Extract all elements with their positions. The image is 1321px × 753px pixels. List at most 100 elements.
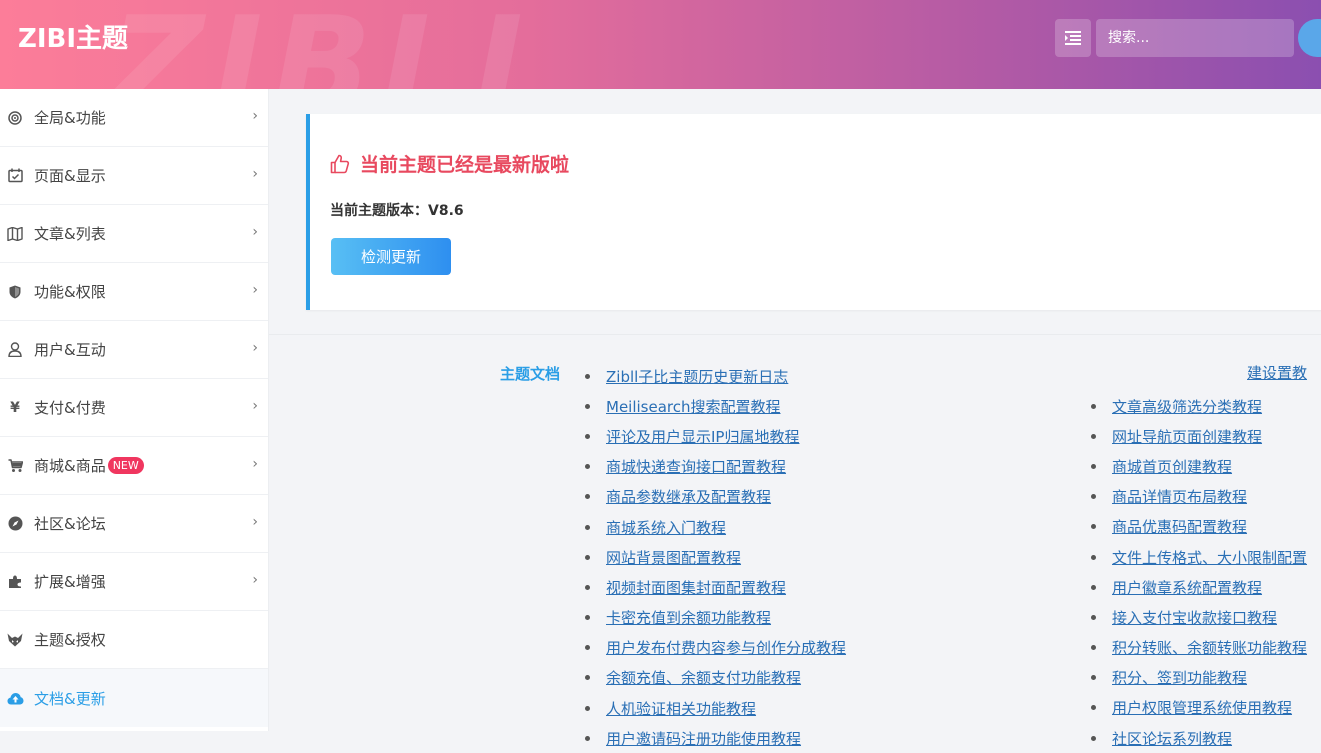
bullet [585,464,590,470]
docs-heading: 主题文档 [500,365,561,383]
version-value: V8.6 [428,203,464,219]
sidebar-item-page[interactable]: 页面&显示 › [0,147,268,205]
doc-link[interactable]: 余额充值、余额支付功能教程 [606,667,801,688]
doc-link[interactable]: 用户徽章系统配置教程 [1112,577,1262,598]
list-item: 商品参数继承及配置教程 [585,482,846,512]
doc-link[interactable]: 用户权限管理系统使用教程 [1112,697,1292,718]
cloud-upload-icon [6,692,24,705]
doc-link[interactable]: 视频封面图集封面配置教程 [606,577,786,598]
bullet [1091,494,1096,500]
bullet [1091,675,1096,681]
calendar-check-icon [6,168,24,183]
doc-link[interactable]: 商品详情页布局教程 [1112,486,1247,507]
version-label: 当前主题版本： [330,203,428,219]
sidebar-item-payment[interactable]: ¥ 支付&付费 › [0,379,268,437]
sidebar-item-label: 商城&商品 [34,457,106,475]
sidebar-item-permissions[interactable]: 功能&权限 › [0,263,268,321]
list-item: 用户徽章系统配置教程 [1091,572,1307,602]
fox-icon [6,633,24,647]
sidebar-item-docs[interactable]: 文档&更新 [0,669,268,727]
doc-link[interactable]: 文件上传格式、大小限制配置 [1112,547,1307,568]
bullet [585,645,590,651]
sidebar-item-label: 社区&论坛 [34,515,106,533]
site-logo[interactable]: ZIBI主题 [18,18,128,55]
bullet [1091,403,1096,409]
bullet [585,735,590,741]
bullet [1091,705,1096,711]
bullet [1091,524,1096,530]
sidebar-item-extensions[interactable]: 扩展&增强 › [0,553,268,611]
doc-link[interactable]: 卡密充值到余额功能教程 [606,607,771,628]
chevron-right-icon: › [252,514,258,530]
update-title: 当前主题已经是最新版啦 [330,150,569,177]
bullet [1091,614,1096,620]
section-divider [269,334,1321,335]
shield-icon [6,285,24,299]
list-item: 网址导航页面创建教程 [1091,421,1307,451]
check-update-button[interactable]: 检测更新 [331,238,451,275]
doc-link[interactable]: 接入支付宝收款接口教程 [1112,607,1277,628]
chevron-right-icon: › [252,398,258,414]
bullet [585,705,590,711]
doc-link[interactable]: 商城系统入门教程 [606,517,726,538]
doc-link[interactable]: 文章高级筛选分类教程 [1112,396,1262,417]
bullet [1091,735,1096,741]
docs-list-left: Zibll子比主题历史更新日志 Meilisearch搜索配置教程 评论及用户显… [585,361,846,753]
doc-link[interactable]: 商城首页创建教程 [1112,456,1232,477]
chevron-right-icon: › [252,224,258,240]
bullet [1091,645,1096,651]
bullet [585,373,590,379]
list-item: 商品详情页布局教程 [1091,482,1307,512]
list-item: 商城系统入门教程 [585,512,846,542]
menu-toggle-button[interactable] [1055,19,1091,57]
bullet [1091,463,1096,469]
list-item: 评论及用户显示IP归属地教程 [585,421,846,451]
list-item: 余额充值、余额支付功能教程 [585,663,846,693]
search-input[interactable] [1096,19,1294,57]
list-item: 用户邀请码注册功能使用教程 [585,723,846,753]
chevron-right-icon: › [252,282,258,298]
sidebar-item-license[interactable]: 主题&授权 [0,611,268,669]
list-item: 积分转账、余额转账功能教程 [1091,633,1307,663]
bullet [585,554,590,560]
bullet [1091,584,1096,590]
doc-link[interactable]: 积分转账、余额转账功能教程 [1112,637,1307,658]
bullet [585,615,590,621]
doc-link[interactable]: 网址导航页面创建教程 [1112,426,1262,447]
thumbs-up-icon [330,154,350,173]
sidebar-item-articles[interactable]: 文章&列表 › [0,205,268,263]
doc-link[interactable]: 商品优惠码配置教程 [1112,516,1247,537]
doc-link[interactable]: 积分、签到功能教程 [1112,667,1247,688]
doc-link[interactable]: 网站背景图配置教程 [606,547,741,568]
update-title-text: 当前主题已经是最新版啦 [360,154,570,176]
list-item: 用户发布付费内容参与创作分成教程 [585,633,846,663]
sidebar-item-global[interactable]: 全局&功能 › [0,89,268,147]
sidebar-item-label: 全局&功能 [34,109,106,127]
doc-link[interactable]: 用户发布付费内容参与创作分成教程 [606,637,846,658]
list-item: 视频封面图集封面配置教程 [585,572,846,602]
list-item: 文件上传格式、大小限制配置 [1091,542,1307,572]
list-item: 卡密充值到余额功能教程 [585,603,846,633]
doc-link[interactable]: Meilisearch搜索配置教程 [606,396,781,417]
sidebar-item-community[interactable]: 社区&论坛 › [0,495,268,553]
doc-link[interactable]: 评论及用户显示IP归属地教程 [606,426,799,447]
list-item: 社区论坛系列教程 [1091,723,1307,753]
list-item: 网站背景图配置教程 [585,542,846,572]
avatar[interactable] [1298,19,1321,57]
target-icon [6,110,24,125]
bullet [585,494,590,500]
compass-icon [6,516,24,531]
sidebar-item-label: 功能&权限 [34,283,106,301]
doc-link[interactable]: 商品参数继承及配置教程 [606,486,771,507]
doc-link[interactable]: 人机验证相关功能教程 [606,698,756,719]
chevron-right-icon: › [252,340,258,356]
header-watermark: ZIBLL [110,0,568,89]
doc-link[interactable]: Zibll子比主题历史更新日志 [606,366,788,387]
sidebar-item-shop[interactable]: 商城&商品 NEW › [0,437,268,495]
doc-link-partial[interactable]: 建设置教 [1247,362,1307,383]
chevron-right-icon: › [252,108,258,124]
sidebar-item-users[interactable]: 用户&互动 › [0,321,268,379]
sidebar-item-label: 支付&付费 [34,399,106,417]
doc-link[interactable]: 商城快递查询接口配置教程 [606,456,786,477]
top-header: ZIBLL ZIBI主题 [0,0,1321,89]
